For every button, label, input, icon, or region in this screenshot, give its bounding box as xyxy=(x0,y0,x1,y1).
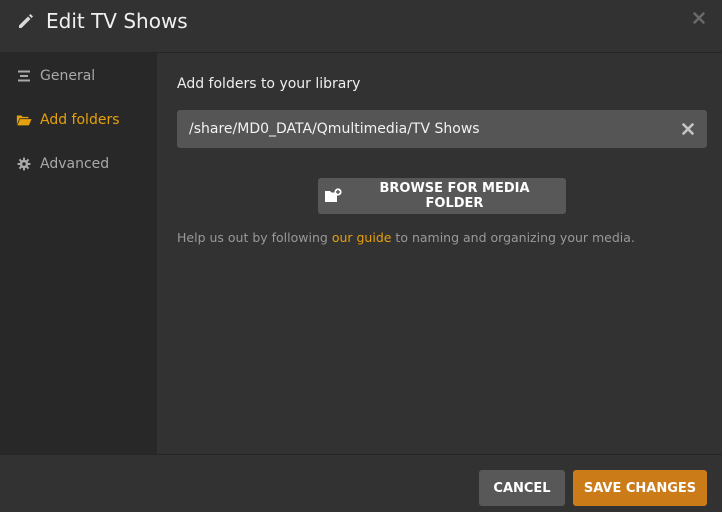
main-content: Add folders to your library BROWSE FOR M… xyxy=(157,53,722,454)
sidebar-item-add-folders[interactable]: Add folders xyxy=(0,105,157,135)
sidebar: General Add folders Advanced xyxy=(0,53,157,454)
dialog-header: Edit TV Shows xyxy=(0,0,722,53)
help-text: Help us out by following our guide to na… xyxy=(177,230,635,245)
sidebar-item-label: General xyxy=(40,68,96,84)
list-icon xyxy=(16,68,32,84)
gear-icon xyxy=(16,156,32,172)
section-heading: Add folders to your library xyxy=(177,76,361,92)
close-icon[interactable] xyxy=(690,9,708,27)
sidebar-item-label: Add folders xyxy=(40,112,120,128)
sidebar-item-general[interactable]: General xyxy=(0,61,157,91)
cancel-button[interactable]: CANCEL xyxy=(479,470,565,506)
help-prefix: Help us out by following xyxy=(177,230,332,245)
folder-open-icon xyxy=(16,112,32,128)
browse-media-folder-button[interactable]: BROWSE FOR MEDIA FOLDER xyxy=(318,178,566,214)
folder-path-input[interactable] xyxy=(177,120,661,138)
browse-button-label: BROWSE FOR MEDIA FOLDER xyxy=(379,181,530,211)
pencil-icon xyxy=(16,11,36,31)
folder-path-field xyxy=(177,110,707,148)
dialog-title: Edit TV Shows xyxy=(46,9,188,33)
guide-link[interactable]: our guide xyxy=(332,230,392,245)
save-changes-button[interactable]: SAVE CHANGES xyxy=(573,470,707,506)
dialog-footer: CANCEL SAVE CHANGES xyxy=(0,454,722,512)
sidebar-item-label: Advanced xyxy=(40,156,110,172)
folder-add-icon xyxy=(324,188,342,204)
clear-icon[interactable] xyxy=(679,120,697,138)
help-suffix: to naming and organizing your media. xyxy=(391,230,635,245)
sidebar-item-advanced[interactable]: Advanced xyxy=(0,149,157,179)
